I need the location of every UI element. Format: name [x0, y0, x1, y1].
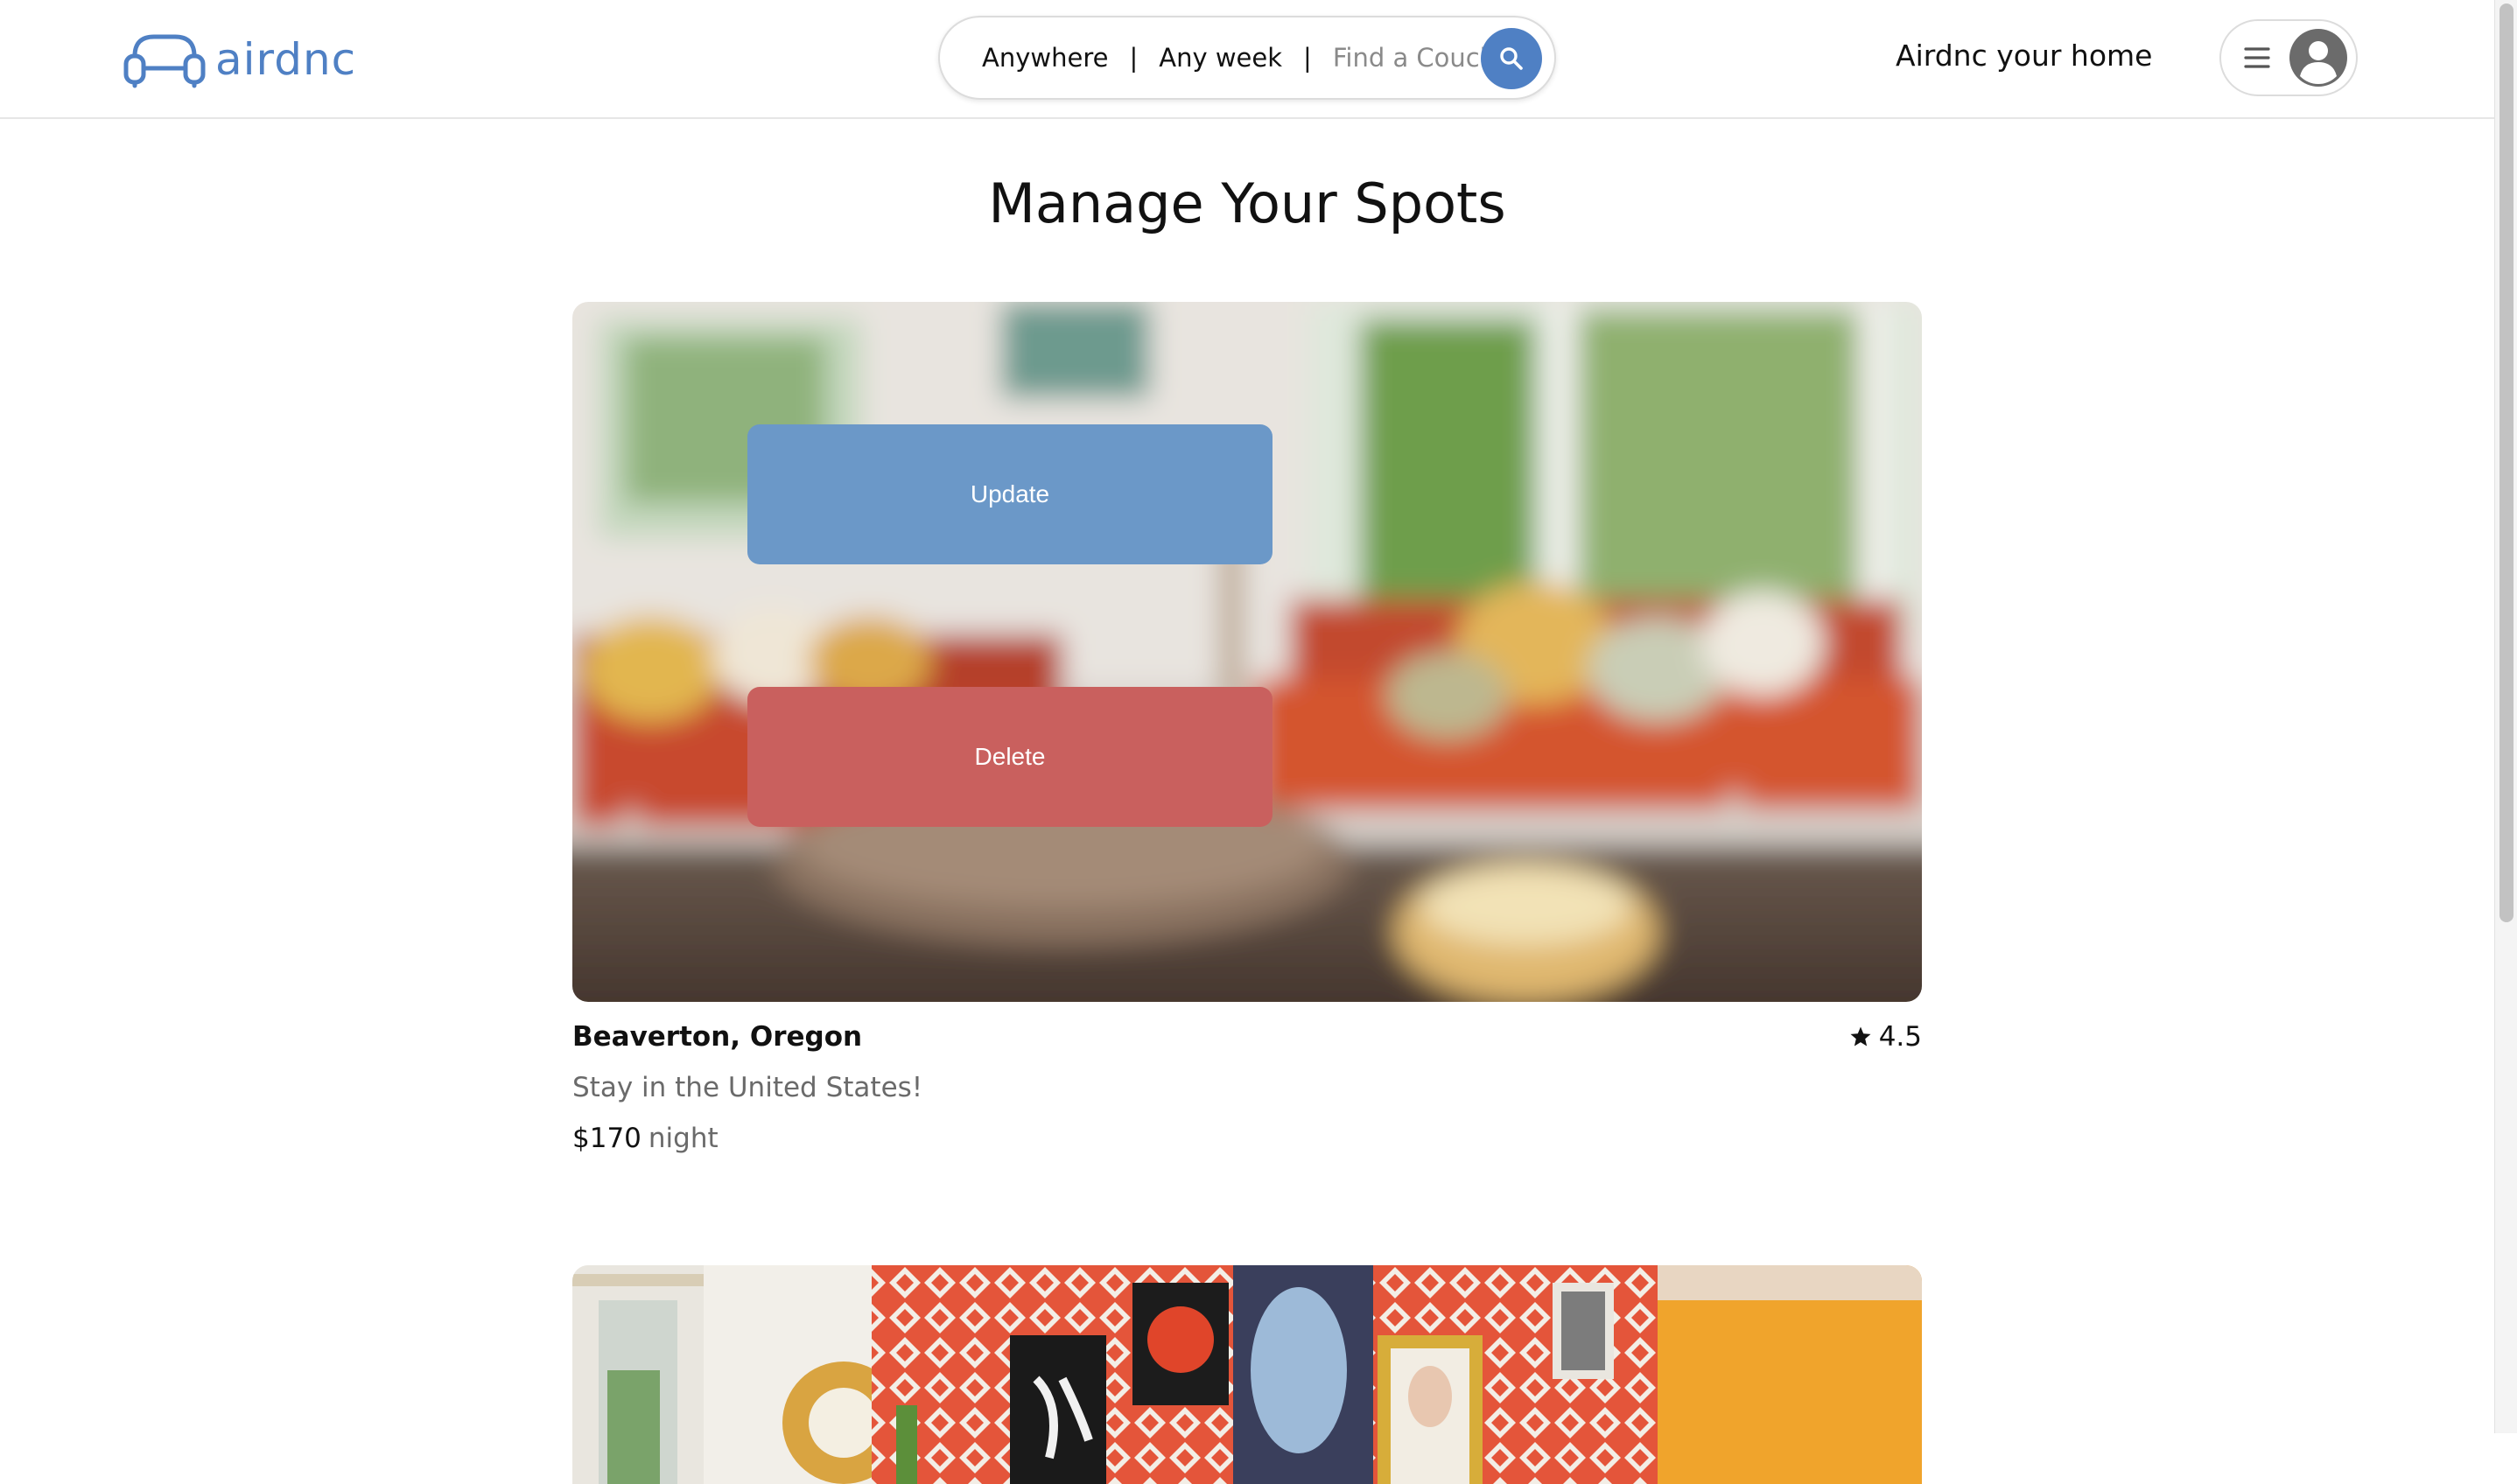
spot-details: Beaverton, Oregon 4.5 Stay in the United…	[572, 1002, 1922, 1177]
spot-location: Beaverton, Oregon	[572, 1021, 863, 1053]
art-room-photo	[572, 1265, 1922, 1484]
search-anywhere[interactable]: Anywhere	[982, 43, 1108, 73]
search-any-week[interactable]: Any week	[1159, 43, 1282, 73]
search-bar: Anywhere | Any week |	[938, 16, 1556, 100]
logo-text: airdnc	[215, 34, 357, 85]
scrollbar-thumb[interactable]	[2499, 4, 2513, 922]
menu-icon	[2244, 47, 2270, 68]
search-icon	[1500, 47, 1523, 70]
spot-price-unit: night	[648, 1123, 719, 1154]
update-button[interactable]: Update	[747, 424, 1273, 564]
user-menu-button[interactable]	[2219, 19, 2358, 96]
spot-price-row: $170 night	[572, 1123, 719, 1154]
living-room-photo	[572, 302, 1922, 1002]
page-title: Manage Your Spots	[988, 172, 1506, 235]
spot-price: $170	[572, 1123, 642, 1154]
spot-image[interactable]: Update Delete	[572, 302, 1922, 1002]
rating-value: 4.5	[1878, 1021, 1922, 1053]
top-nav: airdnc Anywhere | Any week | Airdnc your…	[0, 0, 2494, 119]
couch-logo-icon	[123, 34, 206, 88]
delete-button[interactable]: Delete	[747, 687, 1273, 827]
star-icon	[1850, 1026, 1871, 1046]
spot-image-2[interactable]	[572, 1265, 1922, 1484]
spot-rating: 4.5	[1849, 1021, 1922, 1053]
host-link[interactable]: Airdnc your home	[1896, 38, 2152, 73]
avatar-icon	[2289, 29, 2347, 87]
spot-tagline: Stay in the United States!	[572, 1072, 923, 1103]
search-button[interactable]	[1481, 28, 1542, 89]
spot-card: Update Delete Beaverton, Oregon 4.5 Stay…	[572, 302, 1922, 1177]
logo-link[interactable]: airdnc	[123, 26, 356, 93]
search-divider: |	[1303, 43, 1312, 73]
search-divider: |	[1129, 43, 1139, 73]
page-scrollbar[interactable]	[2494, 0, 2517, 1433]
